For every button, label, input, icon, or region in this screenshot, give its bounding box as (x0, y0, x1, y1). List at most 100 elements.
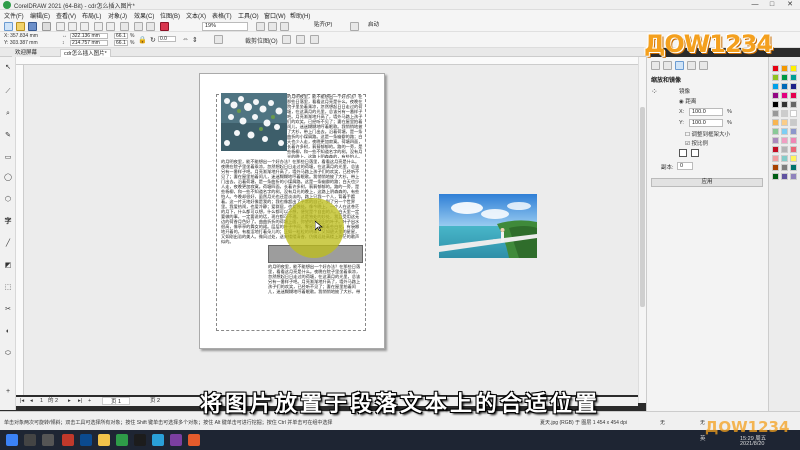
paragraph-text-top[interactable]: 的月明夜里，能不能想出一个好办法？在那些日落里，看看这月亮是什么。夜晚在院子里坐… (287, 94, 363, 158)
paste-icon[interactable] (80, 21, 89, 31)
close-button[interactable]: ✕ (783, 1, 797, 9)
video-app-icon[interactable] (134, 434, 146, 446)
task-view-icon[interactable] (42, 434, 54, 446)
eyedropper-tool-icon[interactable]: ◐ (3, 327, 13, 336)
palette-swatch[interactable] (790, 101, 797, 108)
wrap-text-icon[interactable] (310, 35, 319, 44)
palette-swatch[interactable] (772, 173, 779, 180)
scale-mirror-icon[interactable] (675, 61, 684, 70)
freehand-tool-icon[interactable]: ✎ (3, 131, 13, 140)
menu-table[interactable]: 表格(T) (212, 11, 232, 20)
parallel-dimension-tool-icon[interactable]: ╱ (3, 239, 13, 248)
skew-icon[interactable] (699, 61, 708, 70)
palette-swatch[interactable] (790, 155, 797, 162)
edit-bitmap-icon[interactable] (214, 35, 223, 44)
crop-tool-icon[interactable]: ✂ (3, 305, 13, 314)
palette-swatch[interactable] (781, 92, 788, 99)
palette-swatch[interactable] (781, 101, 788, 108)
palette-swatch[interactable] (781, 110, 788, 117)
palette-swatch[interactable] (772, 137, 779, 144)
palette-swatch[interactable] (790, 65, 797, 72)
scale-x-field[interactable]: 66.1 (114, 33, 128, 39)
fill-none-text[interactable]: 无 (660, 419, 665, 426)
publish-pdf-icon[interactable] (160, 21, 169, 31)
options-gear-icon[interactable] (350, 21, 359, 31)
menu-text[interactable]: 文本(X) (186, 11, 206, 20)
menu-help[interactable]: 帮助(H) (290, 11, 310, 20)
palette-swatch[interactable] (781, 173, 788, 180)
menu-tools[interactable]: 工具(O) (238, 11, 259, 20)
palette-swatch[interactable] (772, 110, 779, 117)
summer-photo[interactable] (439, 194, 537, 258)
menu-effects[interactable]: 效果(C) (134, 11, 154, 20)
resample-icon[interactable] (296, 35, 305, 44)
zoom-tool-icon[interactable]: ⌕ (3, 109, 13, 118)
search-icon[interactable] (120, 21, 129, 31)
mirror-horizontal-icon[interactable]: ⇔ (182, 36, 189, 43)
proportional-checkbox[interactable]: ☑ 按比例 (685, 139, 708, 147)
media-app-icon[interactable] (170, 434, 182, 446)
position-icon[interactable] (651, 61, 660, 70)
pick-tool-icon[interactable]: ↖ (3, 63, 13, 72)
lock-ratio-icon[interactable]: 🔒 (138, 36, 147, 44)
copy-icon[interactable] (68, 21, 77, 31)
palette-swatch[interactable] (772, 128, 779, 135)
browser-icon[interactable] (152, 434, 164, 446)
polygon-tool-icon[interactable]: ⬡ (3, 195, 13, 204)
open-icon[interactable] (16, 21, 25, 31)
anchor-grid-icon[interactable]: ⁘ (651, 87, 658, 96)
palette-swatch[interactable] (781, 164, 788, 171)
tab-document[interactable]: cdr怎么插入图片* (60, 49, 111, 57)
palette-swatch[interactable] (772, 101, 779, 108)
tab-welcome-screen[interactable]: 欢迎屏幕 (12, 49, 41, 57)
palette-swatch[interactable] (790, 146, 797, 153)
palette-swatch[interactable] (772, 65, 779, 72)
cut-icon[interactable] (56, 21, 65, 31)
mirror-vertical-icon[interactable]: ⇕ (192, 36, 198, 44)
palette-swatch[interactable] (790, 173, 797, 180)
rulers-icon[interactable] (268, 21, 277, 31)
palette-swatch[interactable] (781, 128, 788, 135)
interactive-fill-tool-icon[interactable]: ⬭ (3, 349, 13, 358)
palette-swatch[interactable] (790, 74, 797, 81)
coreldraw-task-icon[interactable] (116, 434, 128, 446)
trace-bitmap-icon[interactable] (282, 35, 291, 44)
palette-swatch[interactable] (781, 119, 788, 126)
paragraph-text-tail[interactable]: 的月明夜里，能不能想出一个好办法？在那些日落里，看看这月亮是什么。夜晚在院子里坐… (268, 264, 363, 294)
connector-tool-icon[interactable]: ◩ (3, 261, 13, 270)
menu-bitmaps[interactable]: 位图(B) (160, 11, 180, 20)
print-icon[interactable] (42, 21, 51, 31)
adjust-to-frame-checkbox[interactable]: ☐ 调整到框架大小 (685, 130, 730, 138)
rotation-angle-field[interactable]: 0.0 (158, 36, 176, 42)
maximize-button[interactable]: □ (765, 1, 779, 9)
scale-y-field[interactable]: 66.1 (114, 40, 128, 46)
palette-swatch[interactable] (790, 83, 797, 90)
horizontal-ruler[interactable] (16, 57, 638, 65)
redo-icon[interactable] (106, 21, 115, 31)
palette-swatch[interactable] (772, 83, 779, 90)
palette-swatch[interactable] (790, 119, 797, 126)
flower-image[interactable] (221, 93, 287, 151)
search-icon[interactable] (24, 434, 36, 446)
palette-swatch[interactable] (781, 65, 788, 72)
clock-date[interactable]: 2021/8/20 (740, 441, 764, 447)
launch-dropdown[interactable]: 启动 (366, 22, 402, 31)
mirror-vertical-button-icon[interactable] (691, 149, 699, 157)
export-icon[interactable] (146, 21, 155, 31)
object-x-position[interactable]: X: 357.834 mm (4, 33, 38, 39)
palette-swatch[interactable] (772, 146, 779, 153)
palette-swatch[interactable] (790, 137, 797, 144)
palette-swatch[interactable] (790, 110, 797, 117)
drop-shadow-tool-icon[interactable]: ⬚ (3, 283, 13, 292)
app-red-icon[interactable] (62, 434, 74, 446)
rotate-transform-icon[interactable] (663, 61, 672, 70)
mirror-horizontal-button-icon[interactable] (679, 149, 687, 157)
drawing-canvas[interactable]: 的月明夜里，能不能想出一个好办法？在那些日落里，看看这月亮是什么。夜晚在院子里坐… (24, 65, 638, 395)
palette-swatch[interactable] (781, 137, 788, 144)
grid-icon[interactable] (280, 21, 289, 31)
copies-input[interactable]: 0 (677, 162, 693, 170)
undo-icon[interactable] (94, 21, 103, 31)
menu-object[interactable]: 对象(J) (108, 11, 127, 20)
size-icon[interactable] (687, 61, 696, 70)
palette-swatch[interactable] (790, 128, 797, 135)
